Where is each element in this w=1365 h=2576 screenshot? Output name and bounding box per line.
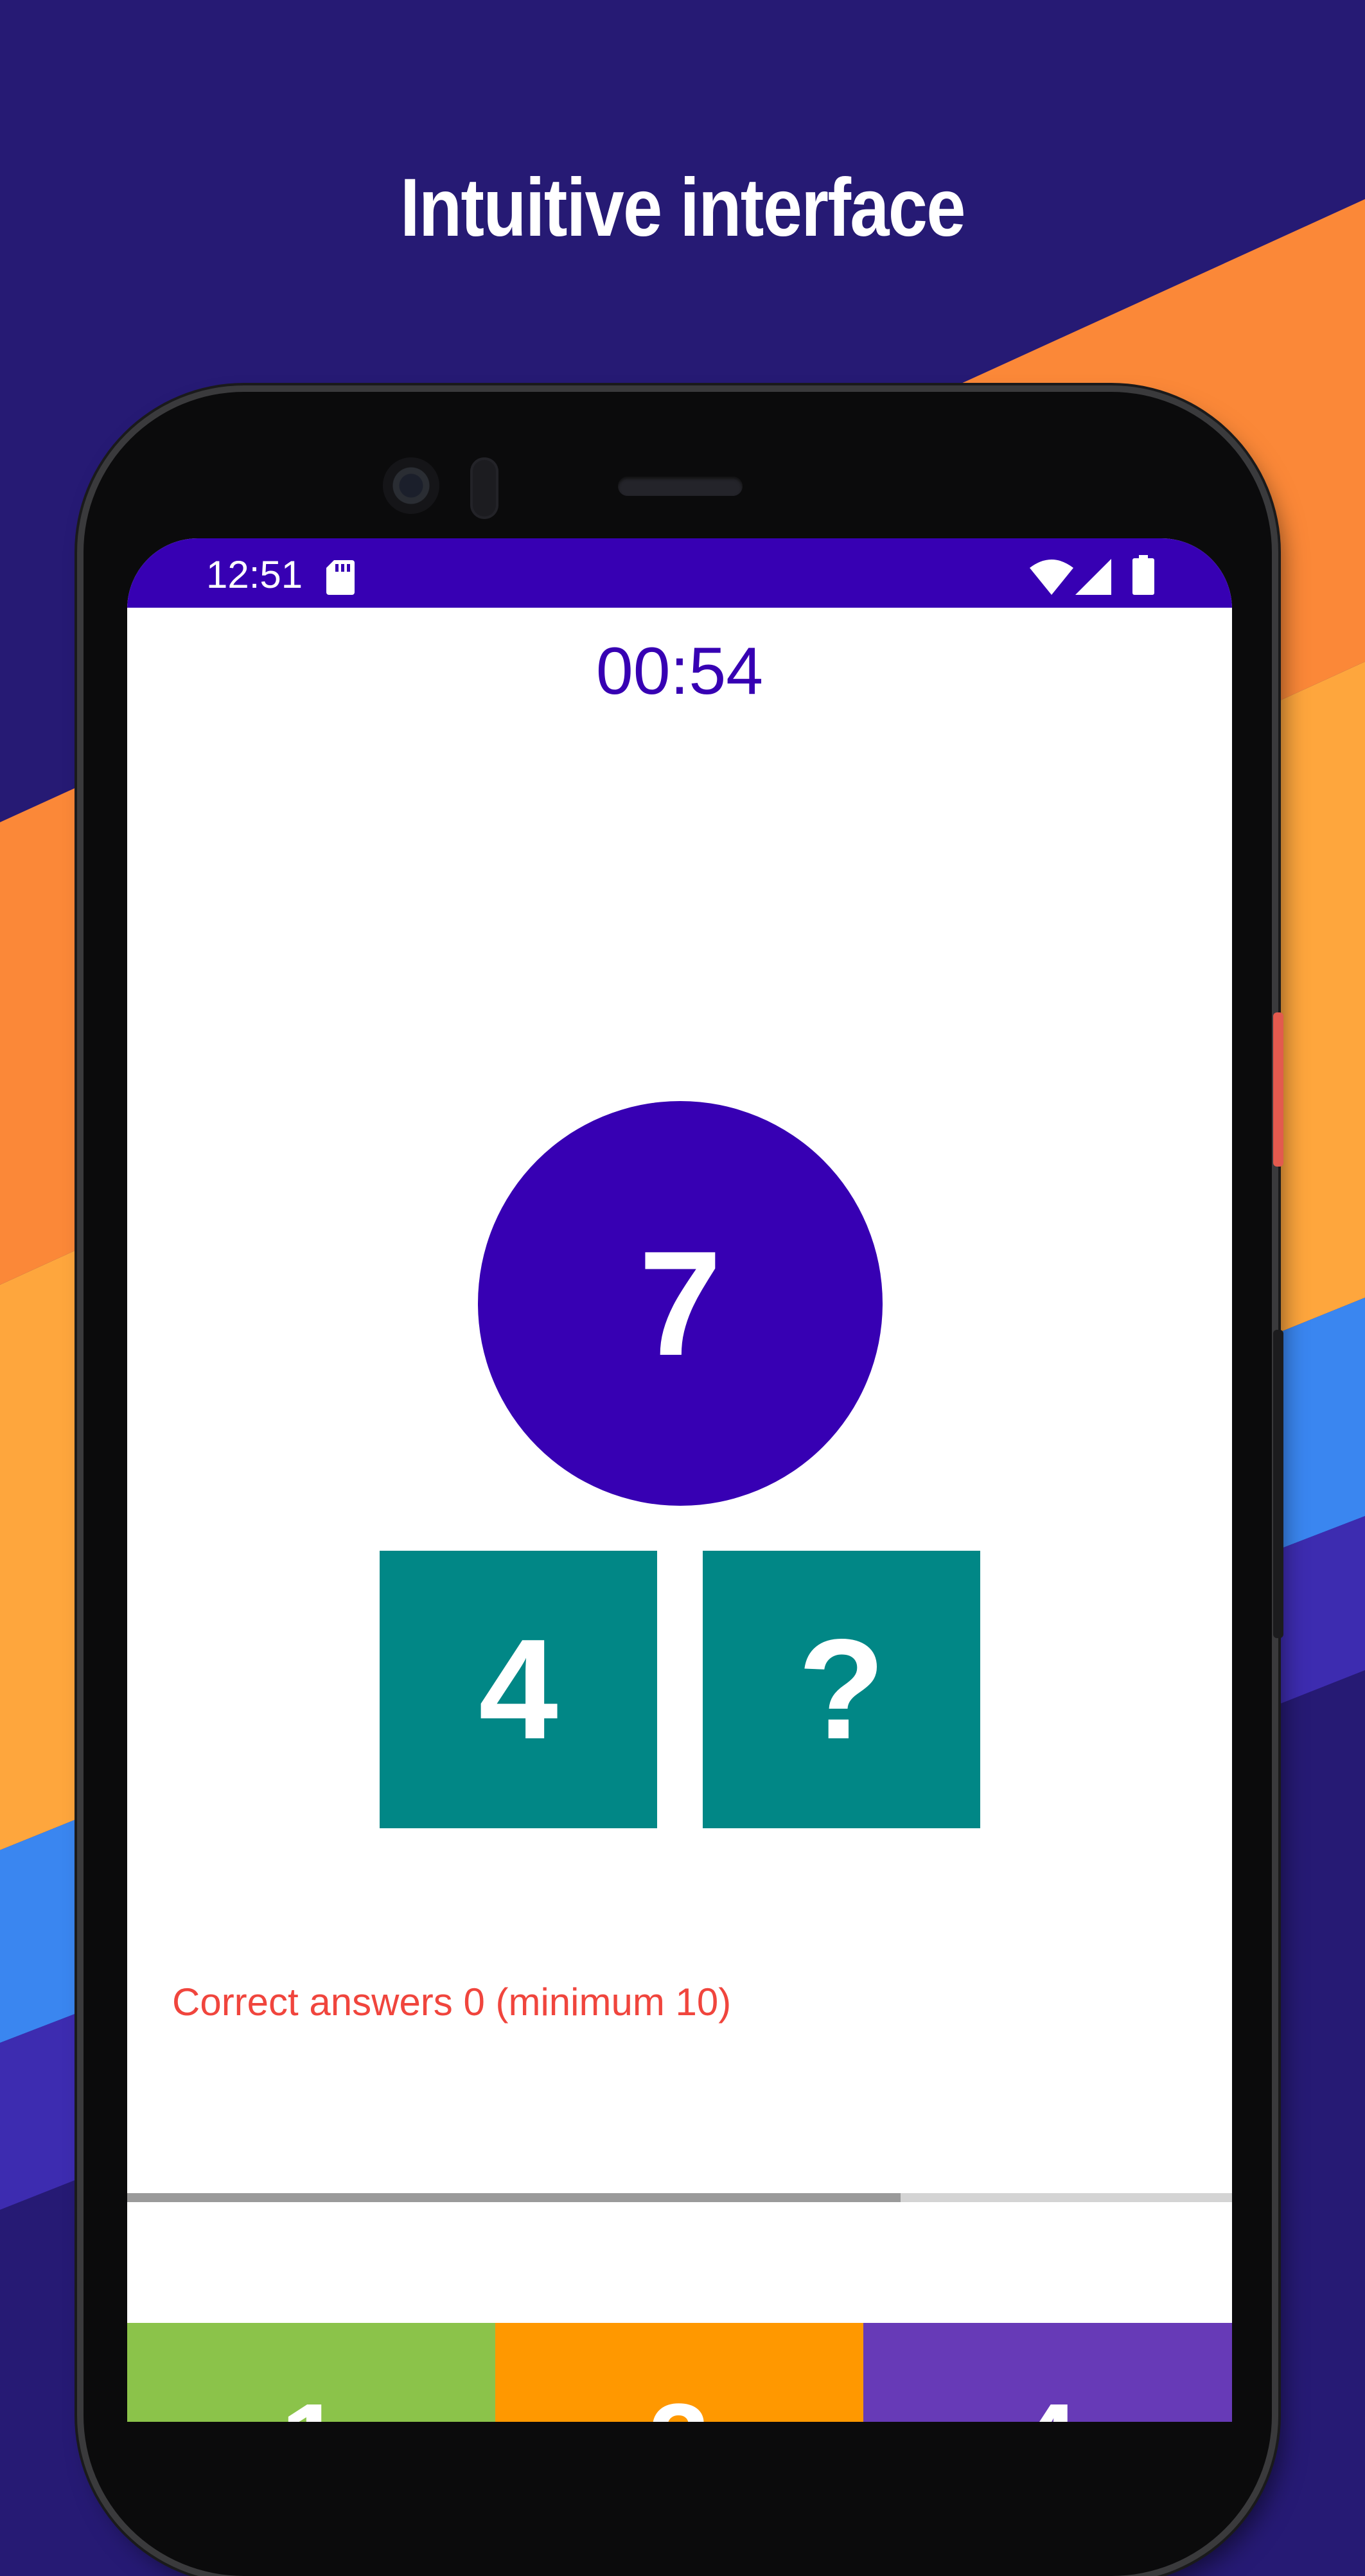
proximity-sensor	[470, 457, 498, 519]
progress-bar	[127, 2193, 1232, 2202]
answer-button-3[interactable]: 4	[863, 2323, 1232, 2422]
wifi-icon	[1030, 560, 1073, 595]
target-number-circle: 7	[478, 1101, 883, 1506]
volume-button	[1273, 1330, 1283, 1638]
battery-icon	[1132, 555, 1154, 595]
answer-button-2[interactable]: 3	[495, 2323, 863, 2422]
correct-answers-counter: Correct answers 0 (minimum 10)	[172, 1981, 732, 2024]
promo-headline: Intuitive interface	[400, 162, 965, 254]
answer-button-1[interactable]: 1	[127, 2323, 495, 2422]
countdown-timer: 00:54	[595, 634, 764, 709]
status-bar: 12:51	[127, 538, 1232, 608]
signal-icon	[1075, 559, 1111, 595]
known-part-tile: 4	[380, 1551, 657, 1828]
unknown-part-tile: ?	[703, 1551, 980, 1828]
power-button	[1273, 1012, 1283, 1167]
phone-screen: 12:51 00:54 7 4 ? Correct answers 0 (min…	[127, 538, 1232, 2422]
front-camera	[383, 457, 439, 514]
earpiece-speaker	[618, 477, 743, 496]
status-time: 12:51	[206, 553, 303, 596]
progress-bar-fill	[127, 2193, 901, 2202]
sd-card-icon	[326, 560, 355, 595]
